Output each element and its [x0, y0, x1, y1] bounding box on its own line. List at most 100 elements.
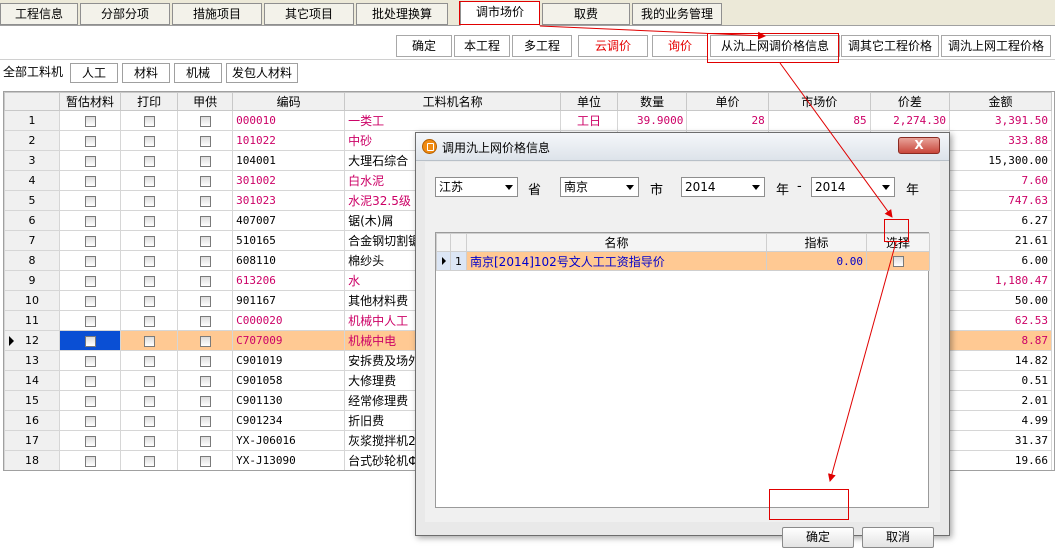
amount-cell[interactable]: 747.63 — [949, 190, 1052, 211]
col-print[interactable]: 打印 — [120, 92, 179, 111]
owner-supplied-checkbox[interactable] — [199, 115, 211, 127]
print-checkbox[interactable] — [143, 155, 155, 167]
owner-supplied-checkbox[interactable] — [199, 435, 211, 447]
amount-cell[interactable]: 2.01 — [949, 390, 1052, 411]
code-cell[interactable]: C901019 — [232, 350, 346, 371]
print-checkbox[interactable] — [143, 335, 155, 347]
print-checkbox[interactable] — [143, 315, 155, 327]
code-cell[interactable]: 301023 — [232, 190, 346, 211]
amount-cell[interactable]: 7.60 — [949, 170, 1052, 191]
amount-cell[interactable]: 14.82 — [949, 350, 1052, 371]
tab-business-mgmt[interactable]: 我的业务管理 — [632, 3, 722, 25]
code-cell[interactable]: 301002 — [232, 170, 346, 191]
col-owner-supplied[interactable]: 甲供 — [177, 92, 234, 111]
name-cell[interactable]: 一类工 — [344, 110, 562, 131]
row-number-cell[interactable]: 17 — [4, 430, 60, 451]
province-select[interactable]: 江苏 — [435, 177, 518, 197]
provisional-checkbox[interactable] — [84, 355, 96, 367]
row-number-cell[interactable]: 4 — [4, 170, 60, 191]
cat-owner-materials[interactable]: 发包人材料 — [226, 63, 298, 83]
provisional-checkbox[interactable] — [84, 255, 96, 267]
provisional-checkbox[interactable] — [84, 395, 96, 407]
provisional-checkbox[interactable] — [84, 335, 96, 347]
city-select[interactable]: 南京 — [560, 177, 639, 197]
print-checkbox[interactable] — [143, 255, 155, 267]
owner-supplied-checkbox[interactable] — [199, 375, 211, 387]
col-name[interactable]: 工料机名称 — [344, 92, 562, 111]
print-checkbox[interactable] — [143, 295, 155, 307]
quantity-cell[interactable]: 39.9000 — [617, 110, 688, 131]
dialog-titlebar[interactable]: 调用氿上网价格信息 X — [416, 133, 949, 161]
row-number-cell[interactable]: 1 — [4, 110, 60, 131]
col-quantity[interactable]: 数量 — [617, 92, 688, 111]
owner-supplied-checkbox[interactable] — [199, 275, 211, 287]
row-number-cell[interactable]: 7 — [4, 230, 60, 251]
col-code[interactable]: 编码 — [232, 92, 346, 111]
amount-cell[interactable]: 6.27 — [949, 210, 1052, 231]
ok-button[interactable]: 确定 — [782, 527, 854, 548]
row-number-cell[interactable]: 12 — [4, 330, 60, 351]
provisional-checkbox[interactable] — [84, 415, 96, 427]
owner-supplied-checkbox[interactable] — [199, 195, 211, 207]
amount-cell[interactable]: 3,391.50 — [949, 110, 1052, 131]
code-cell[interactable]: YX-J13090 — [232, 450, 346, 470]
print-checkbox[interactable] — [143, 215, 155, 227]
provisional-checkbox[interactable] — [84, 375, 96, 387]
tab-fees[interactable]: 取费 — [542, 3, 630, 25]
price-diff-cell[interactable]: 2,274.30 — [869, 110, 951, 131]
close-icon[interactable]: X — [898, 137, 940, 154]
print-checkbox[interactable] — [143, 455, 155, 467]
table-row[interactable]: 1 000010 一类工 工日 39.9000 28 85 2,274.30 3,391.50 — [4, 110, 1052, 131]
print-checkbox[interactable] — [143, 355, 155, 367]
col-provisional[interactable]: 暂估材料 — [58, 92, 122, 111]
amount-cell[interactable]: 62.53 — [949, 310, 1052, 331]
code-cell[interactable]: 901167 — [232, 290, 346, 311]
row-number-cell[interactable]: 2 — [4, 130, 60, 151]
print-checkbox[interactable] — [143, 135, 155, 147]
code-cell[interactable]: C707009 — [232, 330, 346, 351]
amount-cell[interactable]: 8.87 — [949, 330, 1052, 351]
code-cell[interactable]: 101022 — [232, 130, 346, 151]
cat-materials[interactable]: 材料 — [122, 63, 170, 83]
provisional-checkbox[interactable] — [84, 295, 96, 307]
amount-cell[interactable]: 6.00 — [949, 250, 1052, 271]
cloud-adjust-button[interactable]: 云调价 — [578, 35, 648, 57]
print-checkbox[interactable] — [143, 415, 155, 427]
amount-cell[interactable]: 50.00 — [949, 290, 1052, 311]
cat-labor[interactable]: 人工 — [70, 63, 118, 83]
unit-cell[interactable]: 工日 — [560, 110, 619, 131]
row-number-cell[interactable]: 10 — [4, 290, 60, 311]
owner-supplied-checkbox[interactable] — [199, 315, 211, 327]
provisional-checkbox[interactable] — [84, 215, 96, 227]
col-market-price[interactable]: 市场价 — [767, 92, 871, 111]
col-dialog-select[interactable]: 选择 — [866, 233, 930, 252]
other-project-price-button[interactable]: 调其它工程价格 — [841, 35, 939, 57]
provisional-checkbox[interactable] — [84, 455, 96, 467]
tab-batch-conversion[interactable]: 批处理换算 — [356, 3, 448, 25]
col-amount[interactable]: 金额 — [949, 92, 1052, 111]
amount-cell[interactable]: 1,180.47 — [949, 270, 1052, 291]
row-number-cell[interactable]: 6 — [4, 210, 60, 231]
tab-subdivision[interactable]: 分部分项 — [80, 3, 170, 25]
amount-cell[interactable]: 31.37 — [949, 430, 1052, 451]
code-cell[interactable]: C901234 — [232, 410, 346, 431]
owner-supplied-checkbox[interactable] — [199, 335, 211, 347]
owner-supplied-checkbox[interactable] — [199, 175, 211, 187]
print-checkbox[interactable] — [143, 195, 155, 207]
code-cell[interactable]: C000020 — [232, 310, 346, 331]
cat-all-materials[interactable]: 全部工料机 — [0, 63, 66, 83]
year-to-select[interactable]: 2014 — [811, 177, 895, 197]
print-checkbox[interactable] — [143, 275, 155, 287]
code-cell[interactable]: C901130 — [232, 390, 346, 411]
year-from-select[interactable]: 2014 — [681, 177, 765, 197]
code-cell[interactable]: 104001 — [232, 150, 346, 171]
owner-supplied-checkbox[interactable] — [199, 395, 211, 407]
print-checkbox[interactable] — [143, 235, 155, 247]
row-number-cell[interactable]: 14 — [4, 370, 60, 391]
amount-cell[interactable]: 4.99 — [949, 410, 1052, 431]
print-checkbox[interactable] — [143, 175, 155, 187]
code-cell[interactable]: 000010 — [232, 110, 346, 131]
unit-price-cell[interactable]: 28 — [686, 110, 769, 131]
tab-project-info[interactable]: 工程信息 — [0, 3, 78, 25]
amount-cell[interactable]: 21.61 — [949, 230, 1052, 251]
